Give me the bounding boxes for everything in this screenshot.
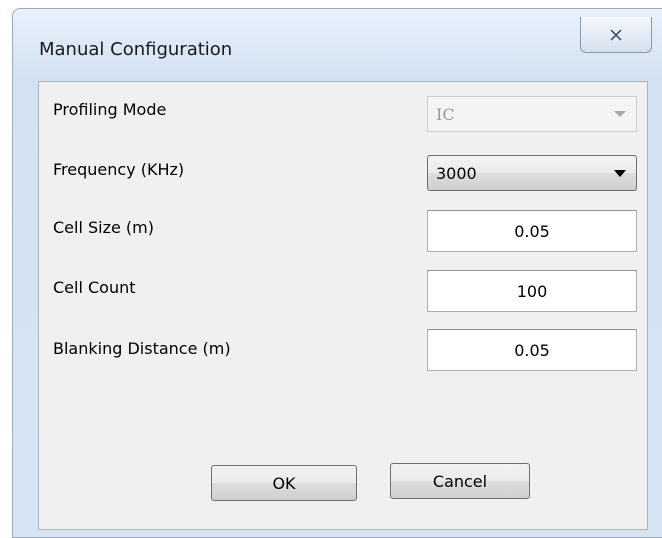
frequency-label: Frequency (KHz) — [53, 160, 185, 179]
blanking-distance-input[interactable]: 0.05 — [427, 329, 637, 371]
frequency-select[interactable]: 3000 — [427, 155, 637, 191]
cell-count-label: Cell Count — [53, 278, 136, 297]
chevron-down-icon — [614, 170, 626, 177]
dialog-content: Profiling Mode IC Frequency (KHz) 3000 C… — [38, 81, 648, 530]
profiling-mode-label: Profiling Mode — [53, 100, 167, 119]
close-button[interactable] — [580, 17, 652, 53]
cell-size-input[interactable]: 0.05 — [427, 210, 637, 252]
profiling-mode-select: IC — [427, 96, 637, 132]
cell-count-input[interactable]: 100 — [427, 270, 637, 312]
cell-size-label: Cell Size (m) — [53, 218, 154, 237]
profiling-mode-value: IC — [436, 104, 455, 124]
blanking-distance-label: Blanking Distance (m) — [53, 339, 231, 358]
dialog-title: Manual Configuration — [39, 39, 233, 60]
cancel-button[interactable]: Cancel — [390, 463, 530, 499]
frequency-value: 3000 — [436, 163, 477, 183]
close-icon — [610, 28, 622, 41]
ok-button[interactable]: OK — [211, 465, 357, 501]
manual-configuration-dialog: Manual Configuration Profiling Mode IC F… — [12, 8, 662, 538]
chevron-down-icon — [614, 111, 626, 117]
